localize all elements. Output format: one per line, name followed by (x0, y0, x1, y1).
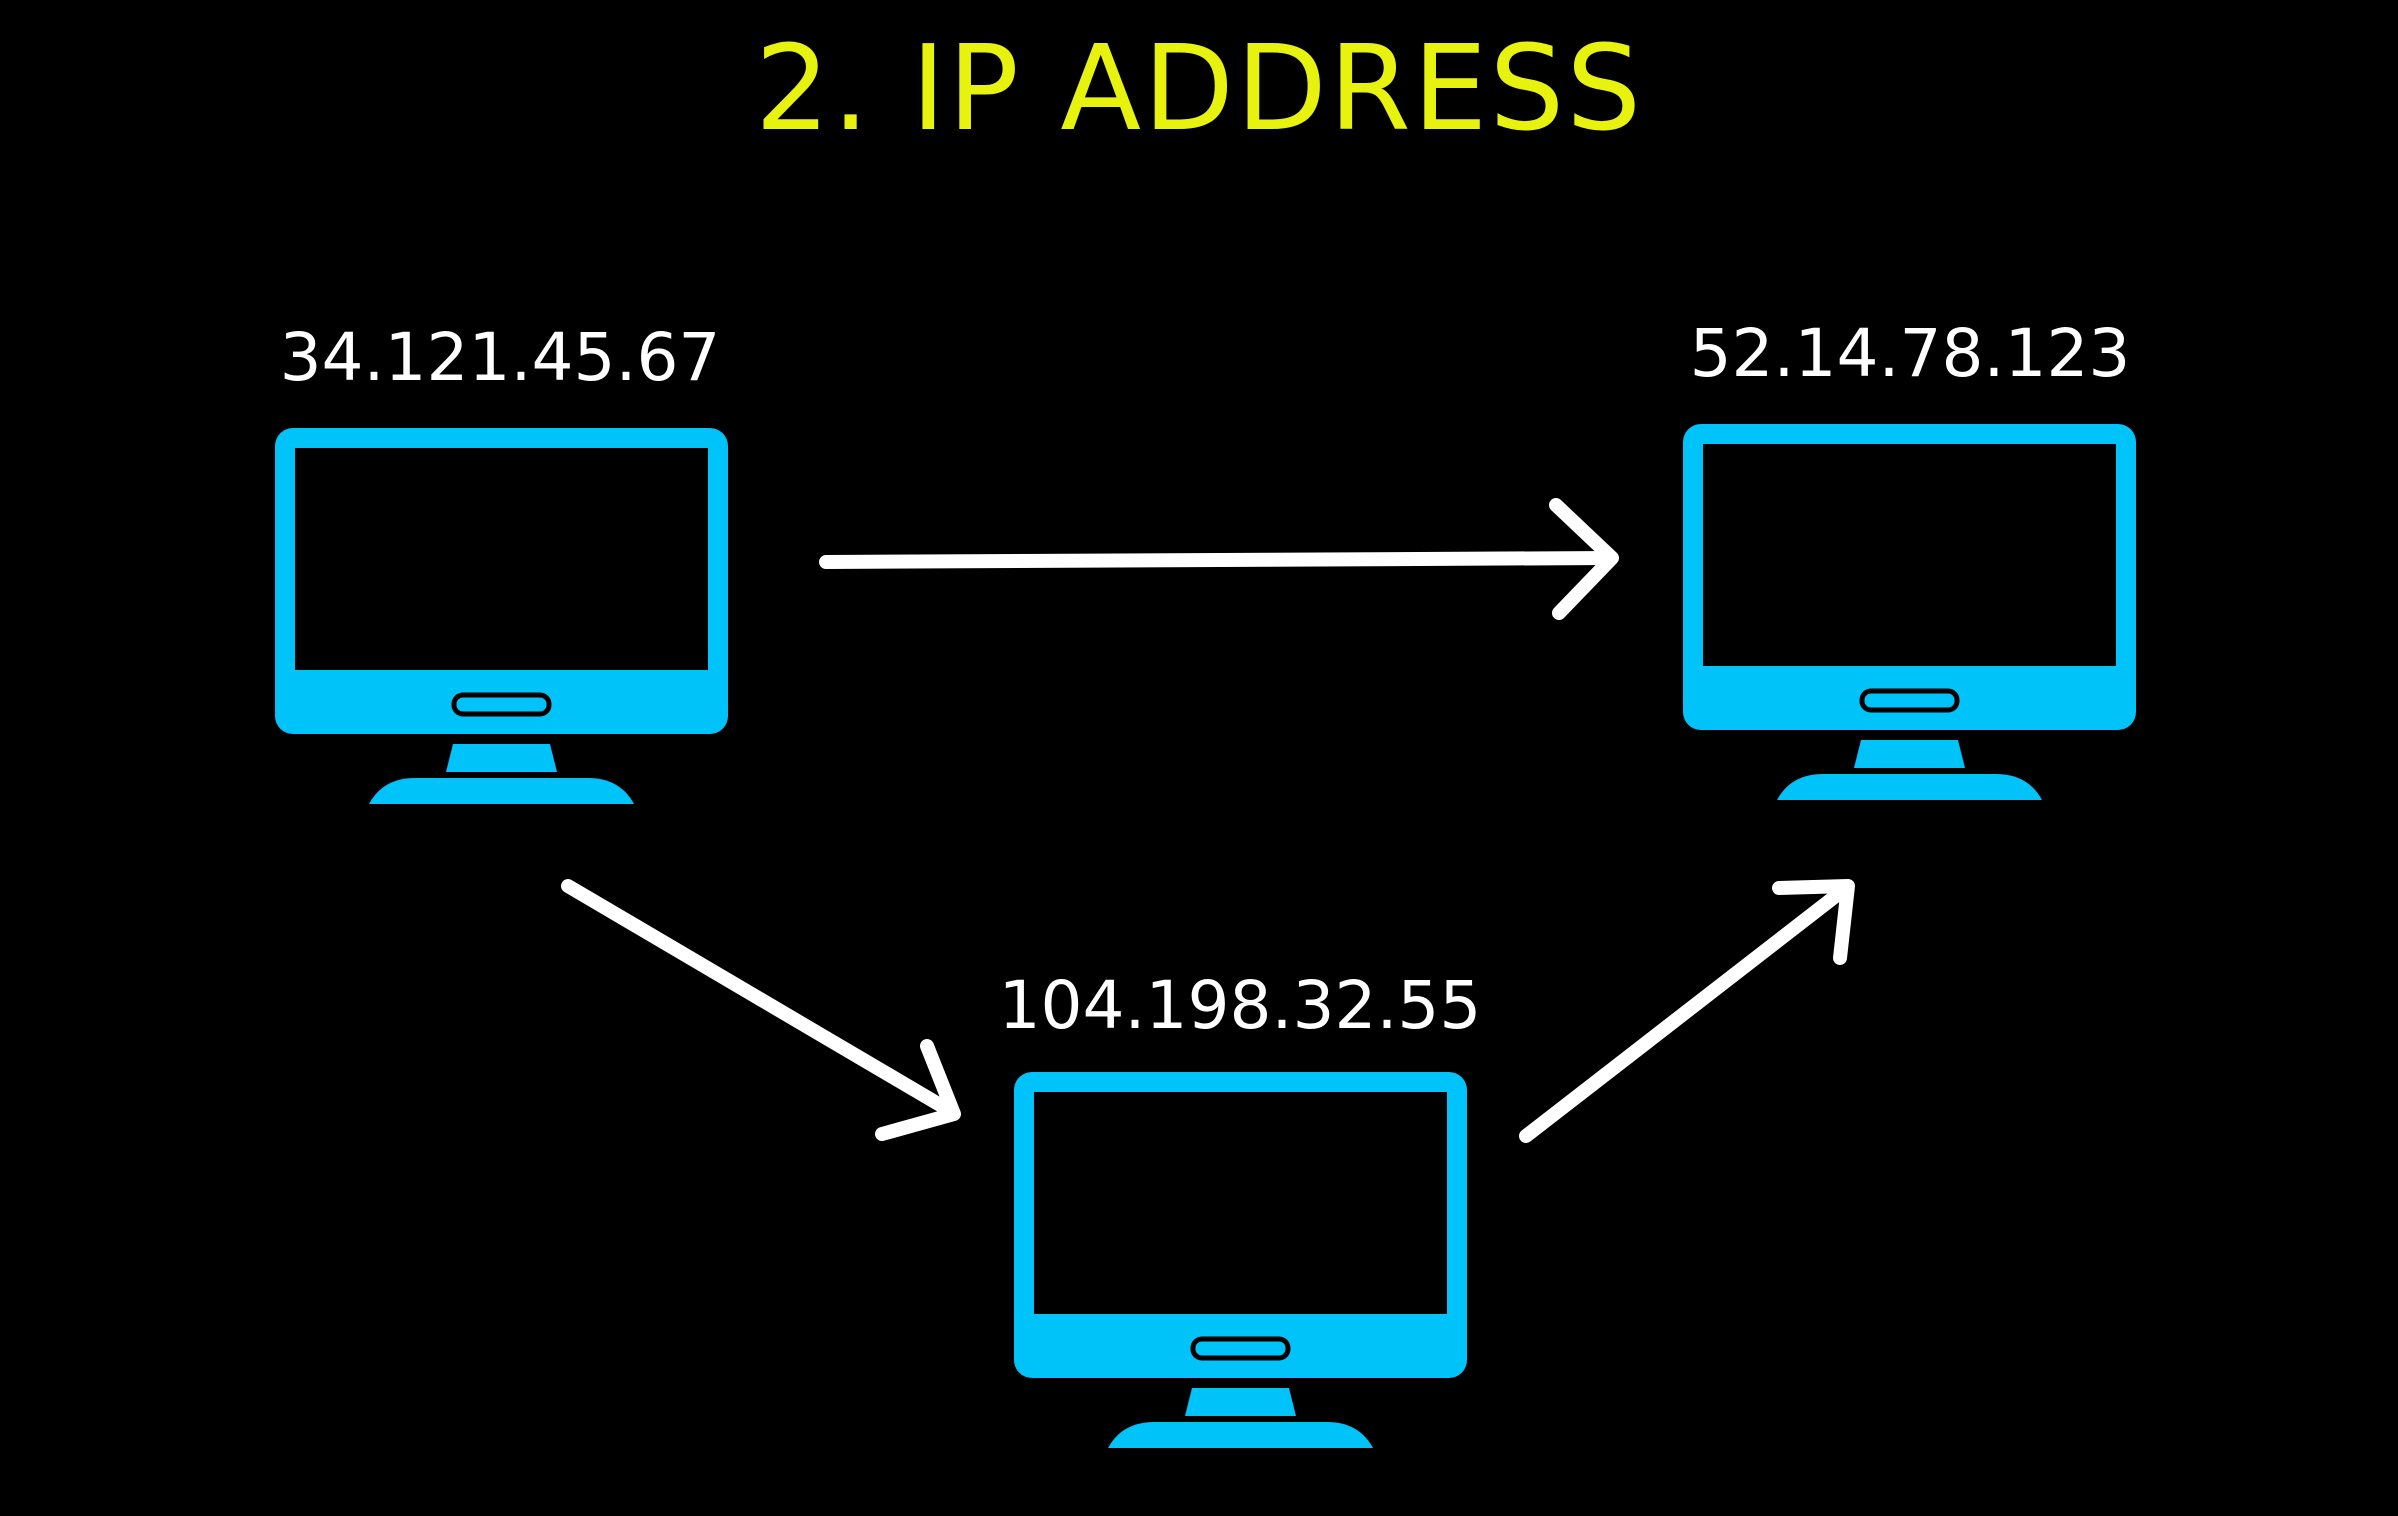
computer-left-icon (275, 428, 728, 804)
arrow-shaft (819, 551, 1617, 569)
monitor-screen (1034, 1092, 1447, 1314)
arrow-left-to-middle (561, 879, 961, 1141)
arrow-shaft (561, 879, 959, 1119)
monitor-base (369, 778, 634, 804)
arrow-middle-to-right (1519, 879, 1855, 1143)
monitor-base (1108, 1422, 1373, 1448)
monitor-neck (446, 744, 557, 772)
diagram-canvas: 2. IP ADDRESS 34.121.45.67 52.14.78.123 … (0, 0, 2398, 1516)
computer-middle-icon (1014, 1072, 1467, 1448)
diagram-graphics (275, 424, 2136, 1448)
computer-right-icon (1683, 424, 2136, 800)
monitor-base (1777, 774, 2042, 800)
arrow-shaft (1519, 881, 1853, 1143)
monitor-screen (1703, 444, 2116, 666)
monitor-screen (295, 448, 708, 670)
arrow-left-to-right (819, 498, 1619, 620)
monitor-neck (1854, 740, 1965, 768)
monitor-neck (1185, 1388, 1296, 1416)
